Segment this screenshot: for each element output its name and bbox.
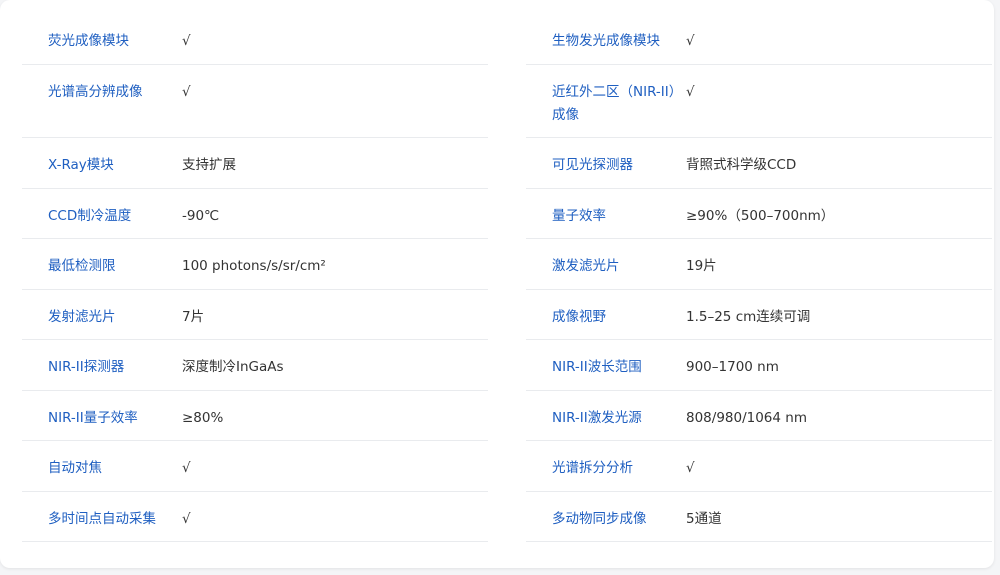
spec-row: 成像视野 1.5–25 cm连续可调 xyxy=(526,290,992,340)
spec-label: 多动物同步成像 xyxy=(552,510,647,527)
spec-value: 背照式科学级CCD xyxy=(686,157,797,173)
spec-row: NIR-II量子效率 ≥80% xyxy=(22,391,488,441)
spec-row: 近红外二区（NIR-II）成像 √ xyxy=(526,65,992,138)
spec-row: NIR-II激发光源 808/980/1064 nm xyxy=(526,391,992,441)
spec-value: √ xyxy=(686,33,695,49)
spec-label: NIR-II激发光源 xyxy=(552,409,642,426)
spec-row: 激发滤光片 19片 xyxy=(526,239,992,290)
spec-label: 成像视野 xyxy=(552,308,606,325)
spec-label: 可见光探测器 xyxy=(552,157,633,173)
spec-label: 发射滤光片 xyxy=(48,308,116,325)
spec-value: 5通道 xyxy=(686,510,722,527)
spec-row: 光谱拆分分析 √ xyxy=(526,441,992,492)
spec-value: √ xyxy=(686,83,695,100)
spec-label: 近红外二区（NIR-II）成像 xyxy=(552,83,683,123)
spec-row: 光谱高分辨成像 √ xyxy=(22,65,488,138)
spec-value: 100 photons/s/sr/cm² xyxy=(182,258,326,274)
spec-value: 19片 xyxy=(686,258,717,274)
spec-table-left: 荧光成像模块 √ 光谱高分辨成像 √ X-Ray模块 支持扩展 CCD制冷温度 … xyxy=(22,14,488,542)
spec-row: 生物发光成像模块 √ xyxy=(526,14,992,65)
spec-value: 900–1700 nm xyxy=(686,359,779,375)
spec-row: NIR-II探测器 深度制冷InGaAs xyxy=(22,340,488,391)
spec-label: X-Ray模块 xyxy=(48,157,114,173)
spec-value: √ xyxy=(182,460,191,476)
spec-label: NIR-II探测器 xyxy=(48,359,125,375)
spec-card: 荧光成像模块 √ 光谱高分辨成像 √ X-Ray模块 支持扩展 CCD制冷温度 … xyxy=(0,0,994,568)
spec-label: 光谱拆分分析 xyxy=(552,460,633,476)
spec-row: 量子效率 ≥90%（500–700nm） xyxy=(526,189,992,239)
spec-label: CCD制冷温度 xyxy=(48,207,132,224)
spec-row: 发射滤光片 7片 xyxy=(22,290,488,340)
spec-value: √ xyxy=(182,510,191,527)
spec-label: 最低检测限 xyxy=(48,258,116,274)
spec-row: 自动对焦 √ xyxy=(22,441,488,492)
spec-value: 1.5–25 cm连续可调 xyxy=(686,308,811,325)
spec-row: NIR-II波长范围 900–1700 nm xyxy=(526,340,992,391)
spec-label: 多时间点自动采集 xyxy=(48,510,156,527)
spec-value: √ xyxy=(182,33,191,49)
spec-row: 最低检测限 100 photons/s/sr/cm² xyxy=(22,239,488,290)
spec-label: 荧光成像模块 xyxy=(48,33,129,49)
spec-label: 生物发光成像模块 xyxy=(552,33,660,49)
spec-value: √ xyxy=(182,83,191,100)
spec-value: 深度制冷InGaAs xyxy=(182,359,284,375)
spec-label: 自动对焦 xyxy=(48,460,102,476)
spec-row: 荧光成像模块 √ xyxy=(22,14,488,65)
spec-label: NIR-II波长范围 xyxy=(552,359,642,375)
spec-row: 多时间点自动采集 √ xyxy=(22,492,488,542)
spec-label: 光谱高分辨成像 xyxy=(48,83,143,100)
spec-value: 支持扩展 xyxy=(182,157,236,173)
spec-row: 多动物同步成像 5通道 xyxy=(526,492,992,542)
spec-row: X-Ray模块 支持扩展 xyxy=(22,138,488,189)
spec-table-right: 生物发光成像模块 √ 近红外二区（NIR-II）成像 √ 可见光探测器 背照式科… xyxy=(526,14,992,542)
spec-value: 7片 xyxy=(182,308,205,325)
spec-value: 808/980/1064 nm xyxy=(686,409,807,426)
spec-value: ≥90%（500–700nm） xyxy=(686,207,835,224)
spec-row: 可见光探测器 背照式科学级CCD xyxy=(526,138,992,189)
spec-label: 激发滤光片 xyxy=(552,258,620,274)
spec-value: √ xyxy=(686,460,695,476)
spec-label: NIR-II量子效率 xyxy=(48,409,138,426)
spec-value: ≥80% xyxy=(182,409,224,426)
spec-row: CCD制冷温度 -90℃ xyxy=(22,189,488,239)
spec-value: -90℃ xyxy=(182,207,220,224)
spec-label: 量子效率 xyxy=(552,207,606,224)
